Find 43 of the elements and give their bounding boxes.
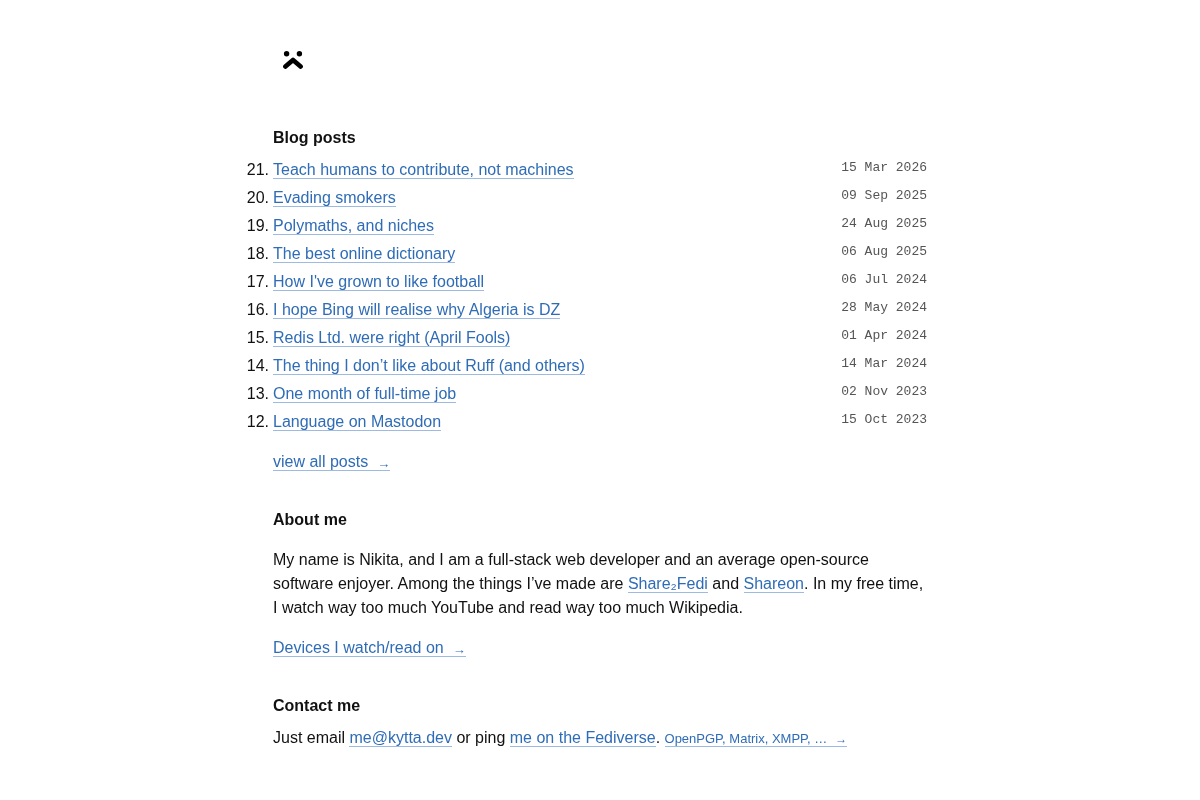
list-number: 18. (246, 244, 269, 264)
post-link[interactable]: The thing I don’t like about Ruff (and others) (273, 357, 585, 375)
post-date: 15 Mar 2026 (841, 160, 927, 176)
post-link[interactable]: I hope Bing will realise why Algeria is DZ (273, 301, 561, 319)
post-link[interactable]: Evading smokers (273, 189, 396, 207)
post-link[interactable]: One month of full-time job (273, 385, 457, 403)
contact-methods-link[interactable]: OpenPGP, Matrix, XMPP, … → (664, 731, 848, 747)
post-link[interactable]: Language on Mastodon (273, 413, 442, 431)
post-link[interactable]: Polymaths, and niches (273, 217, 434, 235)
view-all-link[interactable]: view all posts → (273, 453, 391, 471)
section-heading: Blog posts (273, 128, 356, 148)
list-number: 19. (246, 216, 269, 236)
post-date: 14 Mar 2024 (841, 356, 927, 372)
post-date: 15 Oct 2023 (841, 412, 927, 428)
logo-icon[interactable] (283, 51, 303, 69)
list-number: 14. (246, 356, 269, 376)
list-number: 13. (246, 384, 269, 404)
about-paragraph: My name is Nikita, and I am a full-stack web developer and an average open-source software enjoyer. Among the things I’ve made are Share₂Fedi and Shareon. In my free time, I watch way too much YouTube and read way too much Wikipedia. (273, 550, 925, 618)
list-number: 12. (246, 412, 269, 432)
devices-link[interactable]: Devices I watch/read on → (273, 639, 466, 657)
post-date: 28 May 2024 (841, 300, 927, 316)
post-date: 06 Jul 2024 (841, 272, 927, 288)
contact-text: Just email me@kytta.dev or ping me on the Fediverse. OpenPGP, Matrix, XMPP, … → (273, 728, 849, 749)
post-link[interactable]: How I've grown to like football (273, 273, 485, 291)
post-date: 02 Nov 2023 (841, 384, 927, 400)
list-number: 20. (246, 188, 269, 208)
section-heading: Contact me (273, 696, 361, 716)
inline-link[interactable]: Share₂Fedi (627, 575, 708, 593)
inline-link[interactable]: me on the Fediverse (509, 729, 656, 747)
post-link[interactable]: The best online dictionary (273, 245, 456, 263)
list-number: 21. (246, 160, 269, 180)
inline-link[interactable]: Shareon (743, 575, 804, 593)
post-date: 06 Aug 2025 (841, 244, 927, 260)
post-link[interactable]: Teach humans to contribute, not machines (273, 161, 574, 179)
post-date: 09 Sep 2025 (841, 188, 927, 204)
post-date: 01 Apr 2024 (841, 328, 927, 344)
list-number: 16. (246, 300, 269, 320)
post-link[interactable]: Redis Ltd. were right (April Fools) (273, 329, 511, 347)
inline-link[interactable]: me@kytta.dev (349, 729, 452, 747)
list-number: 15. (246, 328, 269, 348)
section-heading: About me (273, 510, 347, 530)
list-number: 17. (246, 272, 269, 292)
post-date: 24 Aug 2025 (841, 216, 927, 232)
